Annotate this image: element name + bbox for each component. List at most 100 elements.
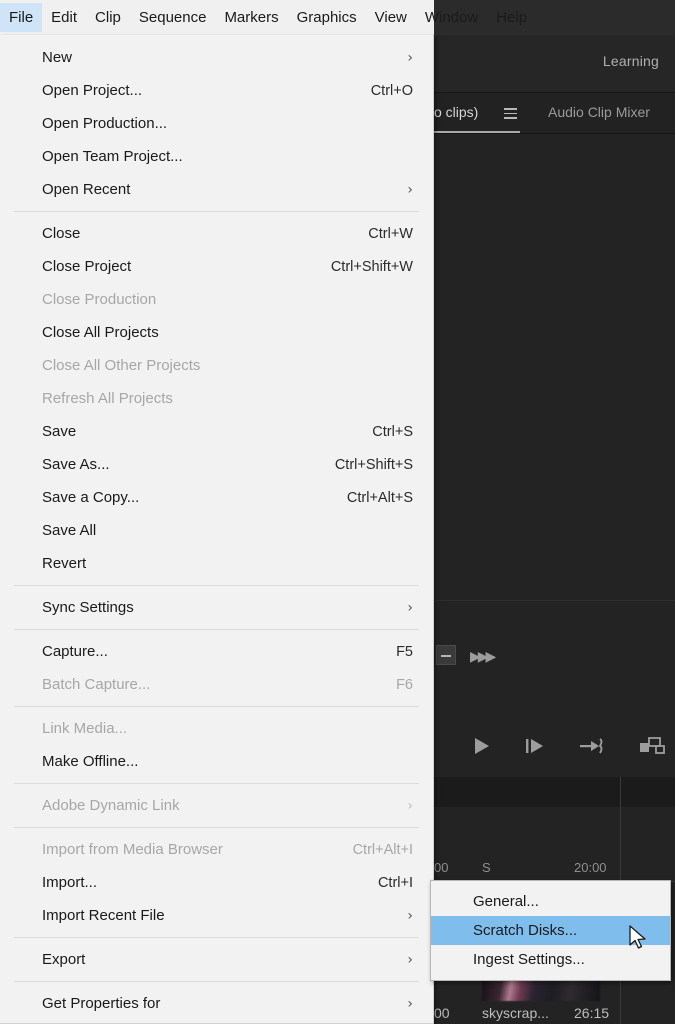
export-frame-icon[interactable] [639, 735, 667, 757]
menu-item-revert[interactable]: Revert [0, 547, 433, 580]
menu-item-label: Export [42, 951, 86, 968]
clip-in-time: 00 [434, 1005, 450, 1021]
menu-separator [14, 629, 419, 630]
menubar-item-view[interactable]: View [366, 3, 416, 32]
menu-item-shortcut: F6 [396, 676, 413, 693]
menu-item-shortcut: Ctrl+Alt+I [352, 841, 413, 858]
menu-item-label: Capture... [42, 643, 108, 660]
menu-item-label: Close [42, 225, 81, 242]
menu-item-label: Batch Capture... [42, 676, 151, 693]
menu-item-refresh-all-projects: Refresh All Projects [0, 382, 433, 415]
menu-item-get-properties-for[interactable]: Get Properties for › [0, 987, 433, 1020]
clip-name: skyscrap... [482, 1005, 549, 1021]
menubar-item-clip[interactable]: Clip [86, 3, 130, 32]
menubar-item-markers[interactable]: Markers [215, 3, 287, 32]
timeline-strip [434, 777, 675, 807]
chevron-right-icon: › [407, 181, 413, 198]
menu-item-save-all[interactable]: Save All [0, 514, 433, 547]
menu-item-close-all-projects[interactable]: Close All Projects [0, 316, 433, 349]
menubar-item-file[interactable]: File [0, 3, 43, 32]
program-monitor [434, 135, 675, 775]
marker-icon[interactable]: ▶▶▶ [470, 648, 496, 665]
menu-item-make-offline[interactable]: Make Offline... [0, 745, 433, 778]
workspace-tab-learning[interactable]: Learning [603, 53, 659, 69]
menu-item-shortcut: Ctrl+Shift+W [330, 258, 413, 275]
menu-separator [14, 585, 419, 586]
submenu-item-label: General... [473, 893, 539, 910]
submenu-item-label: Ingest Settings... [473, 951, 585, 968]
submenu-item-label: Scratch Disks... [473, 922, 578, 939]
chevron-right-icon: › [407, 995, 413, 1012]
menu-item-save[interactable]: Save Ctrl+S [0, 415, 433, 448]
menu-item-close-production: Close Production [0, 283, 433, 316]
menu-item-shortcut: Ctrl+Shift+S [334, 456, 413, 473]
menubar-item-window[interactable]: Window [416, 3, 487, 32]
menu-item-save-as[interactable]: Save As... Ctrl+Shift+S [0, 448, 433, 481]
monitor-zoom-button[interactable] [436, 645, 456, 665]
menubar-item-edit[interactable]: Edit [42, 3, 86, 32]
menu-item-shortcut: Ctrl+I [377, 874, 413, 891]
menu-item-label: Save All [42, 522, 97, 539]
menu-item-link-media: Link Media... [0, 712, 433, 745]
menu-item-label: Open Recent [42, 181, 131, 198]
menu-separator [14, 937, 419, 938]
play-icon[interactable] [470, 735, 492, 757]
menubar-item-help[interactable]: Help [487, 3, 536, 32]
menu-item-sync-settings[interactable]: Sync Settings › [0, 591, 433, 624]
hamburger-icon[interactable] [504, 108, 517, 119]
chevron-right-icon: › [407, 951, 413, 968]
chevron-right-icon: › [407, 49, 413, 66]
menu-item-import[interactable]: Import... Ctrl+I [0, 866, 433, 899]
tab-project-clips[interactable]: o clips) [434, 104, 478, 120]
menu-separator [14, 827, 419, 828]
menu-item-open-production[interactable]: Open Production... [0, 107, 433, 140]
menubar-item-graphics[interactable]: Graphics [288, 3, 366, 32]
menu-item-import-recent-file[interactable]: Import Recent File › [0, 899, 433, 932]
menu-item-label: Import... [42, 874, 98, 891]
menu-item-shortcut: Ctrl+W [368, 225, 413, 242]
menu-item-close-all-other-projects: Close All Other Projects [0, 349, 433, 382]
chevron-right-icon: › [407, 907, 413, 924]
menu-item-label: Save As... [42, 456, 110, 473]
menu-item-shortcut: Ctrl+O [370, 82, 413, 99]
insert-icon[interactable] [579, 735, 605, 757]
menu-item-shortcut: Ctrl+S [372, 423, 413, 440]
menu-item-label: Refresh All Projects [42, 390, 173, 407]
menu-item-close[interactable]: Close Ctrl+W [0, 217, 433, 250]
menu-item-save-a-copy[interactable]: Save a Copy... Ctrl+Alt+S [0, 481, 433, 514]
menu-item-label: Make Offline... [42, 753, 139, 770]
workspace-bar: Learning [434, 35, 675, 93]
menu-item-open-team-project[interactable]: Open Team Project... [0, 140, 433, 173]
menu-item-label: Save a Copy... [42, 489, 140, 506]
tab-audio-clip-mixer[interactable]: Audio Clip Mixer [548, 104, 650, 120]
submenu-item-general[interactable]: General... [431, 887, 670, 916]
menu-item-batch-capture: Batch Capture... F6 [0, 668, 433, 701]
menu-item-label: Close All Projects [42, 324, 159, 341]
menu-item-open-recent[interactable]: Open Recent › [0, 173, 433, 206]
menubar-item-sequence[interactable]: Sequence [130, 3, 216, 32]
menu-item-label: Revert [42, 555, 87, 572]
menu-item-label: Adobe Dynamic Link [42, 797, 180, 814]
menu-item-open-project[interactable]: Open Project... Ctrl+O [0, 74, 433, 107]
screen: Learning o clips) Audio Clip Mixer ▶▶▶ 0… [0, 0, 675, 1024]
menu-item-label: Import from Media Browser [42, 841, 223, 858]
menu-item-adobe-dynamic-link: Adobe Dynamic Link › [0, 789, 433, 822]
menu-item-label: Link Media... [42, 720, 128, 737]
menu-item-label: Close Project [42, 258, 132, 275]
menu-item-label: New [42, 49, 73, 66]
list-header-col-a: 00 [434, 860, 449, 875]
mouse-cursor [629, 925, 649, 958]
menu-item-new[interactable]: New › [0, 41, 433, 74]
step-forward-icon[interactable] [523, 735, 547, 757]
menu-separator [14, 783, 419, 784]
menu-item-shortcut: F5 [396, 643, 413, 660]
menu-item-close-project[interactable]: Close Project Ctrl+Shift+W [0, 250, 433, 283]
menu-item-label: Get Properties for [42, 995, 161, 1012]
menu-item-import-from-media-browser: Import from Media Browser Ctrl+Alt+I [0, 833, 433, 866]
menu-bar: File Edit Clip Sequence Markers Graphics View W… [0, 0, 527, 35]
project-panel-toolbar [434, 807, 675, 855]
menu-item-export[interactable]: Export › [0, 943, 433, 976]
menu-item-capture[interactable]: Capture... F5 [0, 635, 433, 668]
clip-duration: 26:15 [574, 1005, 610, 1021]
menu-separator [14, 981, 419, 982]
